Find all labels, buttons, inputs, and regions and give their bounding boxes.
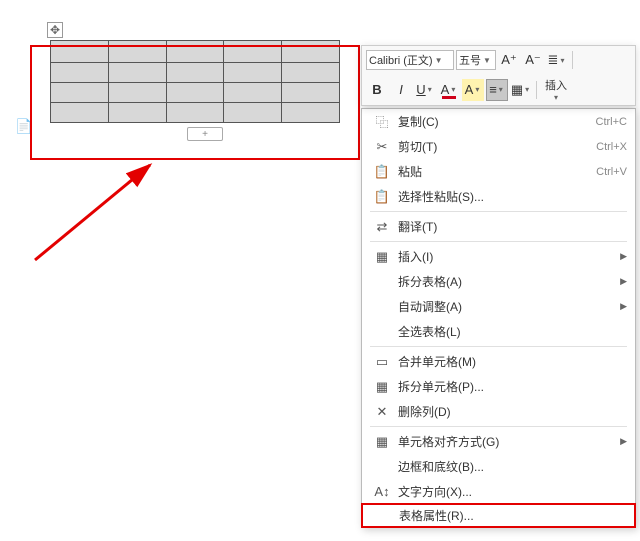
document-table[interactable]	[50, 40, 340, 123]
separator	[572, 51, 573, 69]
translate-icon: ⇄	[370, 219, 394, 235]
menu-item[interactable]: 自动调整(A)▶	[362, 294, 635, 319]
menu-item[interactable]: ▦插入(I)▶	[362, 244, 635, 269]
menu-item[interactable]: ▭合并单元格(M)	[362, 349, 635, 374]
menu-separator	[370, 211, 627, 212]
menu-item-label: 合并单元格(M)	[394, 353, 627, 370]
menu-item[interactable]: 全选表格(L)	[362, 319, 635, 344]
border-button[interactable]: ▦▾	[510, 79, 532, 101]
annotation-arrow-1	[30, 155, 160, 265]
chevron-down-icon: ▾	[552, 93, 560, 102]
chevron-right-icon: ▶	[616, 301, 627, 312]
chevron-right-icon: ▶	[616, 276, 627, 287]
add-row-button[interactable]: +	[187, 127, 223, 141]
chevron-right-icon: ▶	[616, 436, 627, 447]
menu-item-label: 拆分表格(A)	[394, 273, 616, 290]
menu-item-label: 拆分单元格(P)...	[394, 378, 627, 395]
menu-item-label: 全选表格(L)	[394, 323, 627, 340]
highlight-button[interactable]: A▾	[462, 79, 484, 101]
cut-icon: ✂	[370, 139, 394, 155]
menu-item-label: 自动调整(A)	[394, 298, 616, 315]
document-area: ✥ +	[50, 40, 360, 155]
mini-toolbar: Calibri (正文) ▼ 五号 ▼ A⁺ A⁻ ≣▾ B I U▾ A▾ A…	[361, 45, 636, 106]
menu-item[interactable]: ⇄翻译(T)	[362, 214, 635, 239]
copy-icon: ⿻	[370, 112, 394, 131]
underline-button[interactable]: U▾	[414, 79, 436, 101]
paste-icon: 📋	[370, 164, 394, 180]
paste-special-icon: 📋	[370, 189, 394, 205]
chevron-down-icon: ▼	[481, 56, 493, 65]
menu-item-label: 粘贴	[394, 163, 596, 180]
menu-shortcut: Ctrl+C	[596, 116, 627, 128]
font-color-button[interactable]: A▾	[438, 79, 460, 101]
menu-item[interactable]: ✕删除列(D)	[362, 399, 635, 424]
insert-button[interactable]: 插入 ▾	[541, 77, 571, 102]
align-icon: ▦	[370, 434, 394, 450]
text-dir-icon: A↕	[370, 484, 394, 499]
menu-item-label: 剪切(T)	[394, 138, 596, 155]
document-icon: 📄	[15, 118, 32, 135]
menu-item-label: 表格属性(R)...	[395, 507, 626, 524]
menu-item[interactable]: ✂剪切(T)Ctrl+X	[362, 134, 635, 159]
menu-item-label: 文字方向(X)...	[394, 483, 627, 500]
align-button[interactable]: ≡▾	[486, 79, 508, 101]
menu-item-label: 删除列(D)	[394, 403, 627, 420]
font-size-label: 五号	[459, 52, 481, 68]
menu-separator	[370, 426, 627, 427]
menu-item[interactable]: 📋粘贴Ctrl+V	[362, 159, 635, 184]
menu-item-label: 边框和底纹(B)...	[394, 458, 627, 475]
table-move-handle[interactable]: ✥	[47, 22, 63, 38]
line-spacing-button[interactable]: ≣▾	[546, 49, 568, 71]
font-size-select[interactable]: 五号 ▼	[456, 50, 496, 70]
menu-item-label: 复制(C)	[394, 113, 596, 130]
font-name-label: Calibri (正文)	[369, 52, 433, 68]
italic-button[interactable]: I	[390, 79, 412, 101]
chevron-right-icon: ▶	[616, 251, 627, 262]
font-increase-button[interactable]: A⁺	[498, 49, 520, 71]
menu-item-label: 单元格对齐方式(G)	[394, 433, 616, 450]
menu-item[interactable]: ▦单元格对齐方式(G)▶	[362, 429, 635, 454]
insert-icon: ▦	[370, 249, 394, 265]
menu-item[interactable]: ▦拆分单元格(P)...	[362, 374, 635, 399]
menu-item-label: 插入(I)	[394, 248, 616, 265]
merge-icon: ▭	[370, 354, 394, 370]
plus-icon: +	[202, 129, 208, 140]
chevron-down-icon: ▼	[433, 56, 445, 65]
menu-separator	[370, 241, 627, 242]
menu-item[interactable]: 拆分表格(A)▶	[362, 269, 635, 294]
menu-item[interactable]: 📋选择性粘贴(S)...	[362, 184, 635, 209]
menu-item-label: 翻译(T)	[394, 218, 627, 235]
menu-item-label: 选择性粘贴(S)...	[394, 188, 627, 205]
menu-item[interactable]: ⿻复制(C)Ctrl+C	[362, 109, 635, 134]
font-decrease-button[interactable]: A⁻	[522, 49, 544, 71]
delete-icon: ✕	[370, 404, 394, 420]
menu-item[interactable]: 边框和底纹(B)...	[362, 454, 635, 479]
menu-item[interactable]: A↕文字方向(X)...	[362, 479, 635, 504]
font-name-select[interactable]: Calibri (正文) ▼	[366, 50, 454, 70]
menu-shortcut: Ctrl+X	[596, 141, 627, 153]
menu-shortcut: Ctrl+V	[596, 166, 627, 178]
context-menu: ⿻复制(C)Ctrl+C✂剪切(T)Ctrl+X📋粘贴Ctrl+V📋选择性粘贴(…	[361, 108, 636, 528]
bold-button[interactable]: B	[366, 79, 388, 101]
separator	[536, 81, 537, 99]
split-icon: ▦	[370, 379, 394, 395]
menu-item[interactable]: 表格属性(R)...	[361, 503, 636, 528]
menu-separator	[370, 346, 627, 347]
